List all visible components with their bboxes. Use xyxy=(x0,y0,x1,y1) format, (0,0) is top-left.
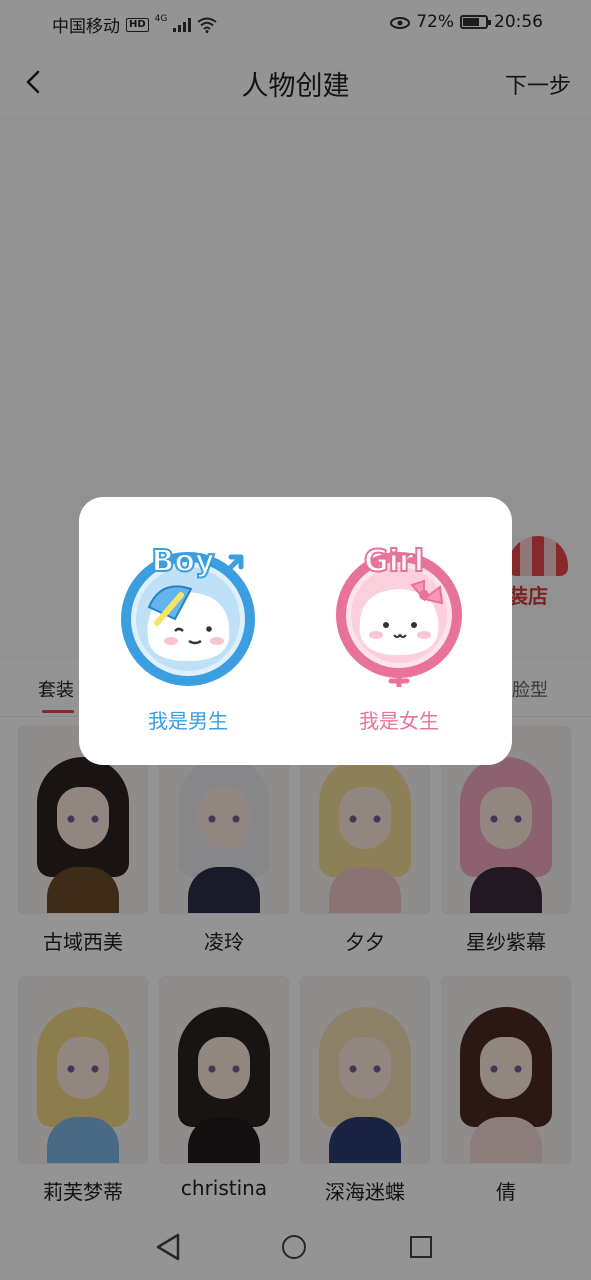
girl-option[interactable]: Girl 我是女生 xyxy=(324,537,474,734)
girl-avatar-icon: Girl xyxy=(336,543,462,687)
boy-label: 我是男生 xyxy=(148,709,228,733)
boy-option[interactable]: Boy 我是男生 xyxy=(113,537,263,734)
girl-icon-text: Girl xyxy=(364,544,424,579)
gender-select-dialog: Boy 我是男生 Girl 我是女生 xyxy=(79,497,512,765)
boy-icon-text: Boy xyxy=(151,544,214,579)
boy-avatar-icon: Boy xyxy=(121,543,255,686)
girl-label: 我是女生 xyxy=(359,709,439,733)
